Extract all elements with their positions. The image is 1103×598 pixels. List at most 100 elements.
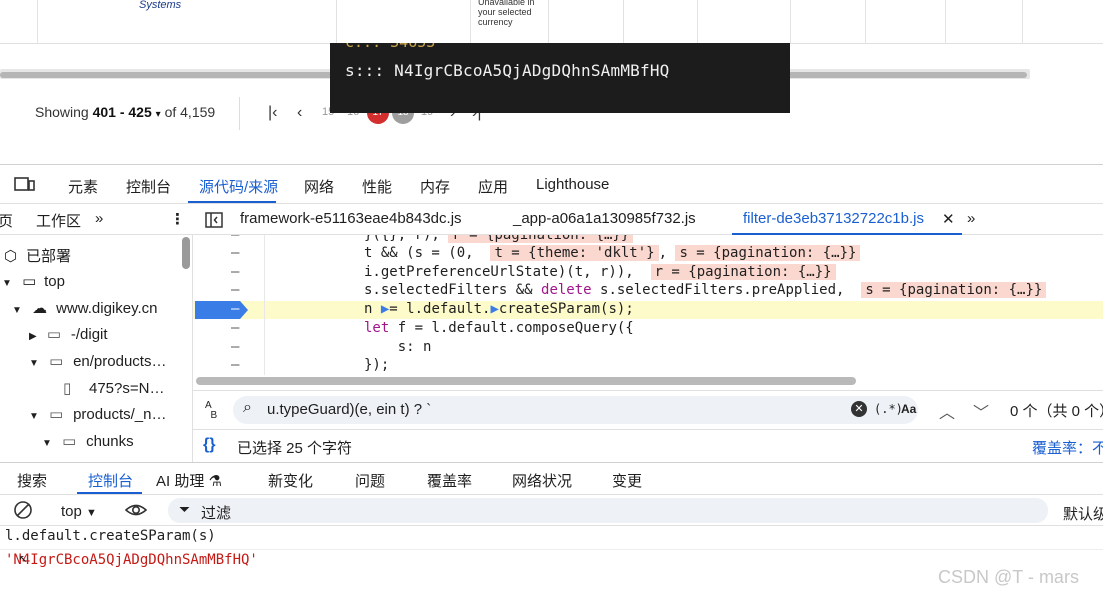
code-line: – i.getPreferenceUrlState)(t, r)), r = {… <box>193 264 1103 282</box>
match-case-toggle[interactable]: Aa <box>901 402 916 416</box>
toggle-navigator-icon[interactable] <box>205 212 223 231</box>
code-line: – }); <box>193 357 1103 375</box>
manufacturer-link[interactable]: Systems <box>139 0 181 11</box>
drawer-tab-network-conditions[interactable]: 网络状况 <box>512 470 572 491</box>
file-icon: ▯ <box>63 380 72 397</box>
inline-value-chip: t = {theme: 'dklt'} <box>490 245 659 261</box>
tree-item-products-next[interactable]: ▼ ▭ products/_n… <box>29 405 166 423</box>
code-text: }({}, r), r = {pagination: {…}} <box>364 235 634 243</box>
range-value: 401 - 425 <box>92 104 152 120</box>
code-text: i.getPreferenceUrlState)(t, r)), r = {pa… <box>364 264 836 280</box>
drawer-tab-search[interactable]: 搜索 <box>17 470 47 491</box>
console-filter-input[interactable]: ⏷ 过滤 <box>168 498 1048 523</box>
tab-performance[interactable]: 性能 <box>362 176 392 197</box>
column-divider <box>865 0 866 44</box>
tree-label: www.digikey.cn <box>56 300 158 317</box>
editor-tab-bar: 页 工作区 » ⋮ framework-e51163eae4b843dc.js … <box>0 203 1103 235</box>
range-select[interactable]: 401 - 425 ▾ <box>93 104 161 120</box>
drawer-tab-coverage[interactable]: 覆盖率 <box>427 470 472 491</box>
device-toolbar-icon[interactable] <box>14 175 36 196</box>
editor-status-bar: {} 已选择 25 个字符 覆盖率：不 <box>193 429 1103 461</box>
find-input[interactable]: ⌕ u.typeGuard)(e, ein t) ? ` ✕ (.*) Aa <box>233 396 918 424</box>
collapse-arrow-icon: ▶ <box>29 331 37 342</box>
drawer-tab-whats-new[interactable]: 新变化 <box>268 470 313 491</box>
more-files-icon[interactable]: » <box>967 210 975 227</box>
drawer-tab-ai[interactable]: AI 助理 ⚗ <box>156 470 222 491</box>
code-text: n ▶= l.default.▶createSParam(s); <box>364 301 634 317</box>
prev-match-icon[interactable]: ︿ <box>939 399 955 423</box>
code-text: let f = l.default.composeQuery({ <box>364 320 634 336</box>
chevron-down-icon: ▼ <box>86 507 97 519</box>
file-tab-filter[interactable]: filter-de3eb37132722c1b.js <box>743 210 924 227</box>
close-tab-icon[interactable]: ✕ <box>942 210 955 228</box>
console-result[interactable]: 'N4IgrCBcoA5QjADgDQhnSAmMBfHQ' <box>5 552 258 568</box>
context-value: top <box>61 503 82 520</box>
eye-icon[interactable] <box>124 500 148 523</box>
tree-item-chunks[interactable]: ▼ ▭ chunks <box>42 432 134 450</box>
tree-item-file-475[interactable]: ▯ 475?s=N… <box>63 379 164 397</box>
prev-page-icon[interactable]: ‹ <box>297 104 302 122</box>
column-divider <box>945 0 946 44</box>
find-input-value: u.typeGuard)(e, ein t) ? ` <box>267 401 432 418</box>
replace-toggle-icon[interactable]: A B <box>205 401 217 421</box>
clear-search-icon[interactable]: ✕ <box>851 401 867 417</box>
navigator-scrollbar[interactable] <box>182 237 190 269</box>
tree-item-domain[interactable]: ▼ ☁ www.digikey.cn <box>12 299 158 317</box>
tab-console[interactable]: 控制台 <box>126 176 171 197</box>
drawer-tab-changes[interactable]: 变更 <box>612 470 642 491</box>
regex-toggle[interactable]: (.*) <box>874 402 903 416</box>
expand-arrow-icon: ▼ <box>42 438 52 449</box>
tree-item-en-products[interactable]: ▼ ▭ en/products… <box>29 352 166 370</box>
mouse-cursor-icon: ↖ <box>19 550 28 566</box>
clear-console-icon[interactable] <box>13 500 33 523</box>
line-gutter: – <box>231 245 240 261</box>
line-gutter: – <box>231 339 240 355</box>
drawer-tab-issues[interactable]: 问题 <box>355 470 385 491</box>
file-tab-app[interactable]: _app-a06a1a130985f732.js <box>513 210 696 227</box>
log-levels-dropdown[interactable]: 默认级 <box>1063 503 1103 524</box>
tree-item-digit[interactable]: ▶ ▭ -/digit <box>29 325 108 343</box>
folder-icon: ▭ <box>49 406 64 423</box>
tree-label: 已部署 <box>26 248 72 265</box>
tree-label: chunks <box>86 433 134 450</box>
tab-elements[interactable]: 元素 <box>68 176 98 197</box>
file-tab-framework[interactable]: framework-e51163eae4b843dc.js <box>240 210 462 227</box>
step-marker-icon[interactable]: ▶ <box>490 301 498 317</box>
coverage-link[interactable]: 覆盖率：不 <box>1032 437 1103 458</box>
context-selector[interactable]: top ▼ <box>61 503 97 520</box>
tab-memory[interactable]: 内存 <box>420 176 450 197</box>
console-input-line: l.default.createSParam(s) <box>0 526 1103 550</box>
tab-workspace[interactable]: 工作区 <box>36 210 81 231</box>
breakpoint-marker[interactable] <box>195 301 248 319</box>
code-text: t && (s = (0, t = {theme: 'dklt'}, s = {… <box>364 245 861 261</box>
tab-sources[interactable]: 源代码/来源 <box>199 176 278 197</box>
editor-horizontal-scrollbar[interactable] <box>196 377 856 385</box>
total-count: of 4,159 <box>164 104 216 120</box>
file-navigator: ⬡ 已部署 ▼ ▭ top ▼ ☁ www.digikey.cn ▶ ▭ -/digit… <box>0 235 193 462</box>
next-match-icon[interactable]: ﹀ <box>973 399 989 423</box>
folder-icon: ▭ <box>46 326 62 343</box>
code-editor[interactable]: – }({}, r), r = {pagination: {…}} – t &&… <box>193 235 1103 381</box>
search-icon: ⌕ <box>243 399 252 416</box>
tree-item-top[interactable]: ▼ ▭ top <box>2 272 65 290</box>
more-tabs-icon[interactable]: » <box>95 210 103 227</box>
tree-label: top <box>44 273 65 290</box>
cloud-icon: ☁ <box>32 300 48 317</box>
console-toolbar: top ▼ ⏷ 过滤 默认级 <box>0 494 1103 526</box>
tree-item-deployed[interactable]: ⬡ 已部署 <box>4 245 71 266</box>
code-line: – s: n <box>193 339 1103 357</box>
folder-icon: ▭ <box>62 433 77 450</box>
match-count: 0 个（共 0 个） <box>1010 403 1103 420</box>
code-text: s: n <box>364 339 432 355</box>
pretty-print-icon[interactable]: {} <box>203 436 215 454</box>
tab-network[interactable]: 网络 <box>304 176 334 197</box>
drawer-tab-console[interactable]: 控制台 <box>88 470 133 491</box>
line-gutter: – <box>231 282 240 298</box>
column-divider <box>1022 0 1023 44</box>
tooltip-line-c: c::: 34653 <box>345 43 435 51</box>
more-options-icon[interactable]: ⋮ <box>170 210 185 228</box>
tab-application[interactable]: 应用 <box>478 176 508 197</box>
tab-lighthouse[interactable]: Lighthouse <box>536 176 609 193</box>
tab-page[interactable]: 页 <box>0 210 13 231</box>
first-page-icon[interactable]: |‹ <box>268 104 277 122</box>
